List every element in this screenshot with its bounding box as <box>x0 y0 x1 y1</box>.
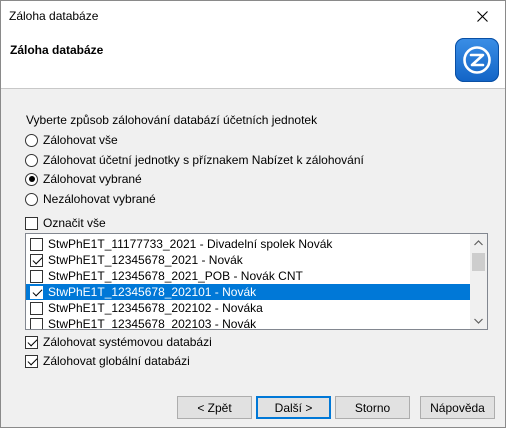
radio-backup-all[interactable]: Zálohovat vše <box>25 132 118 148</box>
dialog-window: Záloha databáze Záloha databáze Vyberte … <box>0 0 506 428</box>
radio-button[interactable] <box>25 153 38 167</box>
radio-button[interactable] <box>25 133 38 147</box>
checkbox[interactable] <box>25 335 38 349</box>
list-item-label: StwPhE1T_12345678_202103 - Novák <box>48 317 257 330</box>
radio-label: Nezálohovat vybrané <box>43 192 156 206</box>
scroll-thumb[interactable] <box>472 253 485 271</box>
list-item-label: StwPhE1T_12345678_2021 - Novák <box>48 253 243 267</box>
wizard-header: Záloha databáze <box>1 31 505 89</box>
list-item-label: StwPhE1T_12345678_2021_POB - Novák CNT <box>48 269 303 283</box>
help-button[interactable]: Nápověda <box>420 396 495 419</box>
close-button[interactable] <box>459 1 505 31</box>
chevron-up-icon <box>474 239 483 245</box>
checkbox[interactable] <box>25 354 38 368</box>
next-button[interactable]: Další > <box>256 396 331 419</box>
checkbox-label: Zálohovat systémovou databázi <box>43 335 212 349</box>
list-item[interactable]: StwPhE1T_12345678_202103 - Novák <box>26 316 470 330</box>
radio-label: Zálohovat vše <box>43 133 118 147</box>
cancel-button[interactable]: Storno <box>335 396 410 419</box>
back-button[interactable]: < Zpět <box>177 396 252 419</box>
list-item[interactable]: StwPhE1T_12345678_2021 - Novák <box>26 252 470 268</box>
checkbox[interactable] <box>30 317 43 329</box>
radio-backup-selected[interactable]: Zálohovat vybrané <box>25 171 142 187</box>
app-logo-icon <box>455 38 499 82</box>
radio-label: Zálohovat účetní jednotky s příznakem Na… <box>43 153 364 167</box>
checkbox-label: Označit vše <box>43 216 106 230</box>
system-db-checkbox[interactable]: Zálohovat systémovou databázi <box>25 334 212 350</box>
scroll-up-button[interactable] <box>470 234 487 251</box>
database-list[interactable]: StwPhE1T_11177733_2021 - Divadelní spole… <box>25 233 488 330</box>
radio-button[interactable] <box>25 192 38 206</box>
list-item-label: StwPhE1T_12345678_202102 - Nováka <box>48 301 263 315</box>
list-item[interactable]: StwPhE1T_12345678_202102 - Nováka <box>26 300 470 316</box>
list-scrollbar[interactable] <box>470 234 487 329</box>
radio-backup-flagged[interactable]: Zálohovat účetní jednotky s příznakem Na… <box>25 152 364 168</box>
checkbox[interactable] <box>30 301 43 315</box>
radio-button[interactable] <box>25 172 38 186</box>
checkbox[interactable] <box>30 237 43 251</box>
checkbox[interactable] <box>30 269 43 283</box>
scroll-down-button[interactable] <box>470 312 487 329</box>
instruction-text: Vyberte způsob zálohování databází účetn… <box>26 113 318 127</box>
checkbox[interactable] <box>30 285 43 299</box>
select-all-checkbox[interactable]: Označit vše <box>25 215 106 231</box>
checkbox-label: Zálohovat globální databázi <box>43 354 190 368</box>
list-item[interactable]: StwPhE1T_11177733_2021 - Divadelní spole… <box>26 236 470 252</box>
chevron-down-icon <box>474 318 483 324</box>
global-db-checkbox[interactable]: Zálohovat globální databázi <box>25 353 190 369</box>
radio-label: Zálohovat vybrané <box>43 172 142 186</box>
list-item[interactable]: StwPhE1T_12345678_2021_POB - Novák CNT <box>26 268 470 284</box>
header-title: Záloha databáze <box>10 43 104 57</box>
close-icon <box>476 10 488 22</box>
list-item-label: StwPhE1T_12345678_202101 - Novák <box>48 285 257 299</box>
window-title: Záloha databáze <box>9 9 99 23</box>
title-bar: Záloha databáze <box>1 1 505 31</box>
radio-skip-selected[interactable]: Nezálohovat vybrané <box>25 191 156 207</box>
list-item-label: StwPhE1T_11177733_2021 - Divadelní spole… <box>48 237 333 251</box>
list-item-selected[interactable]: StwPhE1T_12345678_202101 - Novák <box>26 284 470 300</box>
checkbox[interactable] <box>25 216 38 230</box>
checkbox[interactable] <box>30 253 43 267</box>
